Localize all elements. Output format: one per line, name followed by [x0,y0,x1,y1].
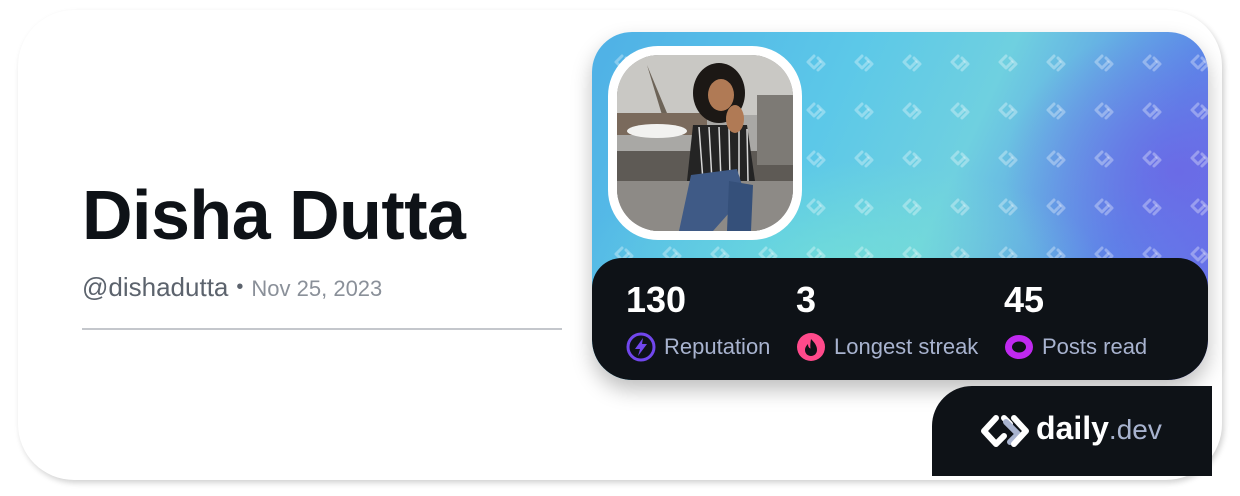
join-date: Nov 25, 2023 [251,276,383,301]
daily-dev-logo-icon [981,415,1029,447]
meta-separator: • [236,276,244,298]
profile-handle: @dishadutta [82,272,229,302]
brand-name: daily [1036,410,1109,446]
stat-label: Reputation [664,334,771,359]
stat-longest-streak: 3 Longest streak [796,280,978,362]
divider [82,328,562,330]
stat-label: Posts read [1042,334,1148,359]
stats-panel: 130 Reputation 3 Longest streak 45 Posts… [592,258,1208,380]
stat-value: 130 [626,279,687,320]
avatar-photo [617,55,793,231]
profile-cover: 130 Reputation 3 Longest streak 45 Posts… [592,32,1208,380]
stat-value: 45 [1004,279,1045,320]
avatar[interactable] [617,55,793,231]
eye-icon [1005,335,1033,359]
stat-posts-read: 45 Posts read [1004,280,1147,362]
profile-meta: @dishadutta • Nov 25, 2023 [82,272,382,303]
stat-reputation: 130 Reputation [626,280,770,362]
brand-badge[interactable]: daily.dev [932,386,1212,476]
avatar-frame [608,46,802,240]
stat-value: 3 [796,279,817,320]
brand-suffix: .dev [1108,414,1162,445]
flame-icon [797,333,825,361]
profile-name: Disha Dutta [82,176,466,254]
stat-label: Longest streak [834,334,979,359]
lightning-icon [626,332,656,362]
